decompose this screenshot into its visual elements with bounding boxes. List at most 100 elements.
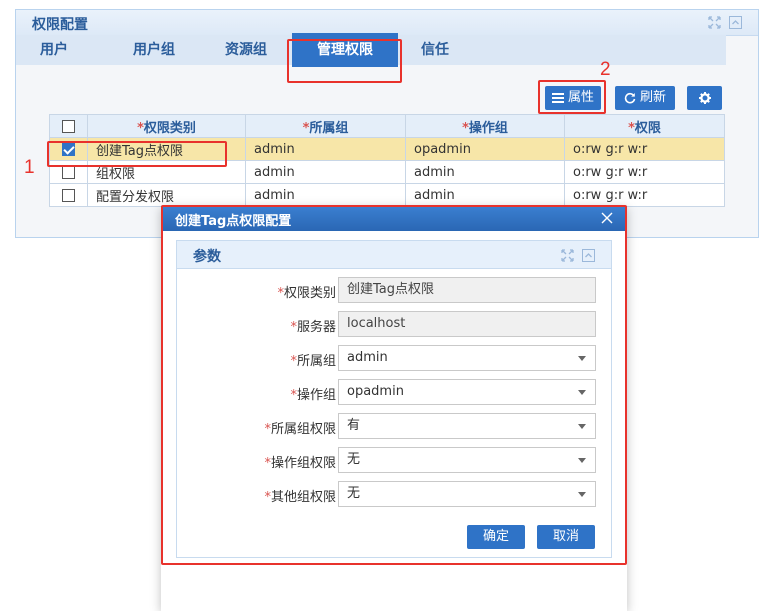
field-row-other-perm: *其他组权限 无 xyxy=(177,481,611,507)
col-perm-header[interactable]: *权限 xyxy=(564,114,725,138)
settings-button[interactable] xyxy=(687,86,722,110)
dialog-title: 创建Tag点权限配置 xyxy=(175,214,292,229)
row-checkbox-cell xyxy=(49,137,88,161)
field-label-text: 其他组权限 xyxy=(270,490,336,505)
tab-bar: 用户 用户组 资源组 管理权限 信任 xyxy=(16,33,726,67)
gear-icon xyxy=(698,92,711,104)
col-category-label: 权限类别 xyxy=(143,120,196,136)
op-group-select[interactable]: opadmin xyxy=(338,379,596,405)
refresh-icon xyxy=(624,92,636,104)
op-group-perm-select[interactable]: 无 xyxy=(338,447,596,473)
required-mark: * xyxy=(628,120,635,136)
group-select-value: admin xyxy=(347,350,388,365)
group-perm-select[interactable]: 有 xyxy=(338,413,596,439)
field-label: *所属组权限 xyxy=(264,418,336,437)
cell-perm: o:rw g:r w:r xyxy=(564,160,725,184)
cell-op-group: admin xyxy=(405,183,565,207)
required-mark: * xyxy=(462,120,469,136)
field-label-text: 所属组权限 xyxy=(270,422,336,437)
annotation-2: 2 xyxy=(600,59,611,80)
row-checkbox[interactable] xyxy=(62,188,75,202)
params-section: 参数 *权限类别 创建Tag点权限 *服务器 localhost *所属组 ad… xyxy=(176,240,612,558)
tab-trust[interactable]: 信任 xyxy=(394,35,476,65)
table-row[interactable]: 配置分发权限 admin admin o:rw g:r w:r xyxy=(49,183,725,207)
col-category-header[interactable]: *权限类别 xyxy=(87,114,246,138)
property-label: 属性 xyxy=(567,90,594,105)
col-op-group-label: 操作组 xyxy=(468,120,508,136)
cell-category: 组权限 xyxy=(87,160,246,184)
field-row-op-group-perm: *操作组权限 无 xyxy=(177,447,611,473)
op-group-select-value: opadmin xyxy=(347,384,404,399)
group-perm-select-value: 有 xyxy=(347,418,361,433)
cell-group: admin xyxy=(245,183,406,207)
field-label-text: 操作组 xyxy=(296,388,336,403)
tab-users[interactable]: 用户 xyxy=(16,35,92,65)
field-label-text: 所属组 xyxy=(296,354,336,369)
server-field: localhost xyxy=(338,311,596,337)
field-label: *所属组 xyxy=(290,350,336,369)
chevron-down-icon xyxy=(578,356,586,361)
property-button[interactable]: 属性 xyxy=(545,86,601,110)
other-perm-select-value: 无 xyxy=(347,486,361,501)
field-row-op-group: *操作组 opadmin xyxy=(177,379,611,405)
close-icon[interactable] xyxy=(601,212,613,224)
annotation-1: 1 xyxy=(24,157,35,178)
field-row-group-perm: *所属组权限 有 xyxy=(177,413,611,439)
table-row[interactable]: 创建Tag点权限 admin opadmin o:rw g:r w:r xyxy=(49,137,725,161)
tab-admin-permissions[interactable]: 管理权限 xyxy=(292,33,398,67)
cell-op-group: opadmin xyxy=(405,137,565,161)
panel-title: 权限配置 xyxy=(32,17,88,33)
row-checkbox-cell xyxy=(49,183,88,207)
select-all-checkbox[interactable] xyxy=(62,119,75,133)
row-checkbox[interactable] xyxy=(62,165,75,179)
chevron-down-icon xyxy=(578,424,586,429)
field-row-category: *权限类别 创建Tag点权限 xyxy=(177,277,611,303)
field-row-server: *服务器 localhost xyxy=(177,311,611,337)
cell-category: 创建Tag点权限 xyxy=(87,137,246,161)
cancel-button[interactable]: 取消 xyxy=(537,525,595,549)
expand-icon[interactable] xyxy=(561,249,574,262)
chevron-down-icon xyxy=(578,492,586,497)
ok-button[interactable]: 确定 xyxy=(467,525,525,549)
cell-perm: o:rw g:r w:r xyxy=(564,137,725,161)
row-checkbox-cell xyxy=(49,160,88,184)
field-label: *操作组 xyxy=(290,384,336,403)
cell-category: 配置分发权限 xyxy=(87,183,246,207)
expand-icon[interactable] xyxy=(708,16,721,29)
col-group-label: 所属组 xyxy=(309,120,349,136)
col-group-header[interactable]: *所属组 xyxy=(245,114,406,138)
collapse-icon[interactable] xyxy=(582,249,595,262)
field-label: *其他组权限 xyxy=(264,486,336,505)
cell-group: admin xyxy=(245,160,406,184)
table-row[interactable]: 组权限 admin admin o:rw g:r w:r xyxy=(49,160,725,184)
category-field: 创建Tag点权限 xyxy=(338,277,596,303)
group-select[interactable]: admin xyxy=(338,345,596,371)
row-checkbox[interactable] xyxy=(62,142,75,156)
tab-user-groups[interactable]: 用户组 xyxy=(106,35,202,65)
tab-resource-groups[interactable]: 资源组 xyxy=(198,35,294,65)
cell-op-group: admin xyxy=(405,160,565,184)
cell-group: admin xyxy=(245,137,406,161)
params-title: 参数 xyxy=(193,249,221,265)
other-perm-select[interactable]: 无 xyxy=(338,481,596,507)
op-group-perm-select-value: 无 xyxy=(347,452,361,467)
select-all-cell xyxy=(49,114,88,138)
field-label-text: 操作组权限 xyxy=(270,456,336,471)
refresh-button[interactable]: 刷新 xyxy=(615,86,675,110)
field-row-group: *所属组 admin xyxy=(177,345,611,371)
refresh-label: 刷新 xyxy=(639,90,666,105)
list-icon xyxy=(551,93,564,103)
field-label-text: 权限类别 xyxy=(283,286,336,301)
table-header-row: *权限类别 *所属组 *操作组 *权限 xyxy=(49,114,725,138)
field-label-text: 服务器 xyxy=(296,320,336,335)
collapse-icon[interactable] xyxy=(729,16,742,29)
field-label: *权限类别 xyxy=(277,282,336,301)
col-perm-label: 权限 xyxy=(634,120,661,136)
params-header: 参数 xyxy=(177,241,611,269)
col-op-group-header[interactable]: *操作组 xyxy=(405,114,565,138)
required-mark: * xyxy=(137,120,144,136)
dialog-header: 创建Tag点权限配置 xyxy=(161,206,627,231)
permission-table: *权限类别 *所属组 *操作组 *权限 创建Tag点权限 admin opadm… xyxy=(49,114,725,207)
chevron-down-icon xyxy=(578,390,586,395)
cell-perm: o:rw g:r w:r xyxy=(564,183,725,207)
